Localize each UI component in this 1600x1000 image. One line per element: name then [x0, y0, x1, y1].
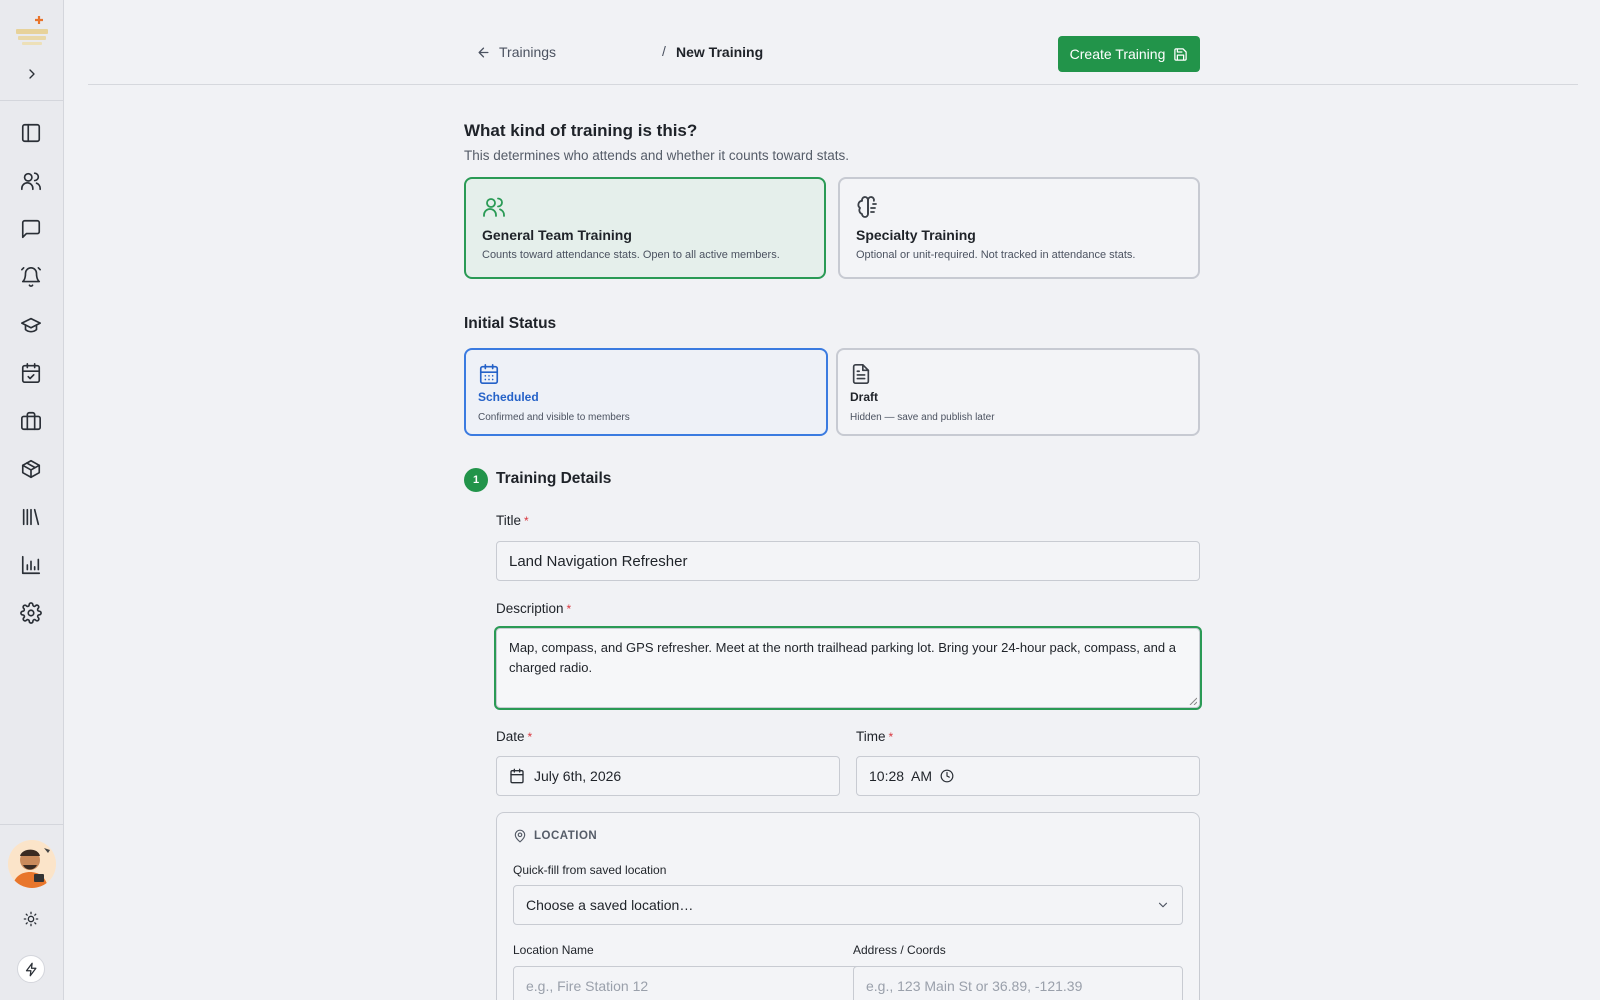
- alarm-bell-icon[interactable]: [17, 263, 45, 291]
- description-label-text: Description: [496, 601, 564, 616]
- messages-icon[interactable]: [17, 215, 45, 243]
- general-team-training-option[interactable]: General Team Training Counts toward atte…: [464, 177, 826, 279]
- create-training-label: Create Training: [1069, 46, 1166, 62]
- map-pin-icon: [514, 829, 526, 843]
- training-type-question: What kind of training is this?: [464, 121, 698, 140]
- address-label: Address / Coords: [853, 943, 946, 957]
- app-logo-icon[interactable]: [14, 14, 50, 48]
- option-description: Counts toward attendance stats. Open to …: [482, 249, 780, 261]
- calendar-icon: [478, 363, 500, 385]
- training-details-title: Training Details: [496, 470, 612, 487]
- breadcrumb-current: New Training: [676, 44, 764, 60]
- date-value: July 6th, 2026: [534, 768, 622, 784]
- arrow-left-icon: [478, 47, 489, 57]
- step-number-badge: 1: [464, 468, 488, 492]
- time-label-text: Time: [856, 729, 886, 744]
- saved-location-select[interactable]: Choose a saved location…: [513, 885, 1183, 925]
- sidebar: [0, 0, 64, 1000]
- team-users-icon: [482, 195, 506, 219]
- saved-location-value: Choose a saved location…: [526, 897, 694, 913]
- training-graduation-cap-icon[interactable]: [17, 311, 45, 339]
- save-icon: [1174, 47, 1188, 61]
- location-heading-text: LOCATION: [534, 830, 598, 842]
- sidebar-divider: [0, 100, 64, 101]
- create-training-button[interactable]: Create Training: [1058, 36, 1200, 72]
- sidebar-divider: [0, 824, 64, 825]
- required-mark: *: [524, 514, 529, 528]
- title-label: Title *: [496, 513, 529, 528]
- document-icon: [850, 363, 872, 385]
- settings-gear-icon[interactable]: [17, 599, 45, 627]
- description-value: Map, compass, and GPS refresher. Meet at…: [509, 640, 1176, 675]
- title-label-text: Title: [496, 513, 522, 528]
- description-label: Description *: [496, 601, 571, 616]
- calendar-check-icon[interactable]: [17, 359, 45, 387]
- specialty-training-option[interactable]: Specialty Training Optional or unit-requ…: [838, 177, 1200, 279]
- training-type-subtitle: This determines who attends and whether …: [464, 148, 849, 163]
- option-description: Confirmed and visible to members: [478, 412, 630, 423]
- breadcrumb-back-link[interactable]: Trainings: [476, 44, 556, 60]
- chevron-down-icon: [1158, 902, 1168, 908]
- briefcase-icon[interactable]: [17, 407, 45, 435]
- location-section: LOCATION Quick-fill from saved location …: [496, 812, 1200, 1000]
- status-scheduled-option[interactable]: Scheduled Confirmed and visible to membe…: [464, 348, 828, 436]
- location-name-input[interactable]: e.g., Fire Station 12: [513, 966, 869, 1000]
- members-icon[interactable]: [17, 167, 45, 195]
- option-title: Draft: [850, 390, 879, 404]
- user-avatar[interactable]: [8, 840, 56, 888]
- address-placeholder: e.g., 123 Main St or 36.89, -121.39: [866, 978, 1083, 994]
- theme-toggle-sun-icon[interactable]: [20, 908, 42, 930]
- required-mark: *: [888, 730, 894, 744]
- specialty-brain-icon: [856, 195, 880, 219]
- option-title: Scheduled: [478, 390, 539, 404]
- clock-icon[interactable]: [940, 769, 954, 783]
- quickfill-label: Quick-fill from saved location: [513, 863, 667, 877]
- sidebar-panel-icon[interactable]: [17, 119, 45, 147]
- package-icon[interactable]: [17, 455, 45, 483]
- date-picker-input[interactable]: July 6th, 2026: [496, 756, 840, 796]
- option-description: Optional or unit-required. Not tracked i…: [856, 249, 1136, 261]
- breadcrumb-separator: /: [662, 43, 666, 59]
- library-icon[interactable]: [17, 503, 45, 531]
- description-textarea[interactable]: Map, compass, and GPS refresher. Meet at…: [496, 628, 1200, 708]
- option-title: General Team Training: [482, 227, 632, 243]
- quick-actions-bolt-icon[interactable]: [17, 955, 45, 983]
- time-value: 10:28 AM: [869, 768, 933, 784]
- location-name-placeholder: e.g., Fire Station 12: [526, 978, 649, 994]
- page-header: Trainings / New Training Create Training: [88, 0, 1578, 85]
- time-label: Time *: [856, 729, 893, 744]
- required-mark: *: [527, 730, 533, 744]
- location-name-label: Location Name: [513, 943, 594, 957]
- status-draft-option[interactable]: Draft Hidden — save and publish later: [836, 348, 1200, 436]
- calendar-icon: [510, 768, 524, 784]
- date-label-text: Date: [496, 729, 525, 744]
- option-description: Hidden — save and publish later: [850, 412, 995, 423]
- address-input[interactable]: e.g., 123 Main St or 36.89, -121.39: [853, 966, 1183, 1000]
- reports-chart-icon[interactable]: [17, 551, 45, 579]
- required-mark: *: [566, 602, 572, 616]
- date-label: Date *: [496, 729, 532, 744]
- title-input[interactable]: Land Navigation Refresher: [496, 541, 1200, 581]
- title-input-value: Land Navigation Refresher: [509, 552, 688, 570]
- expand-sidebar-chevron-icon[interactable]: [20, 62, 44, 86]
- resize-handle-icon[interactable]: [1189, 697, 1197, 705]
- time-input[interactable]: 10:28 AM: [856, 756, 1200, 796]
- breadcrumb-trainings: Trainings: [499, 44, 557, 60]
- initial-status-title: Initial Status: [464, 315, 557, 332]
- option-title: Specialty Training: [856, 227, 976, 243]
- location-heading: LOCATION: [513, 829, 597, 843]
